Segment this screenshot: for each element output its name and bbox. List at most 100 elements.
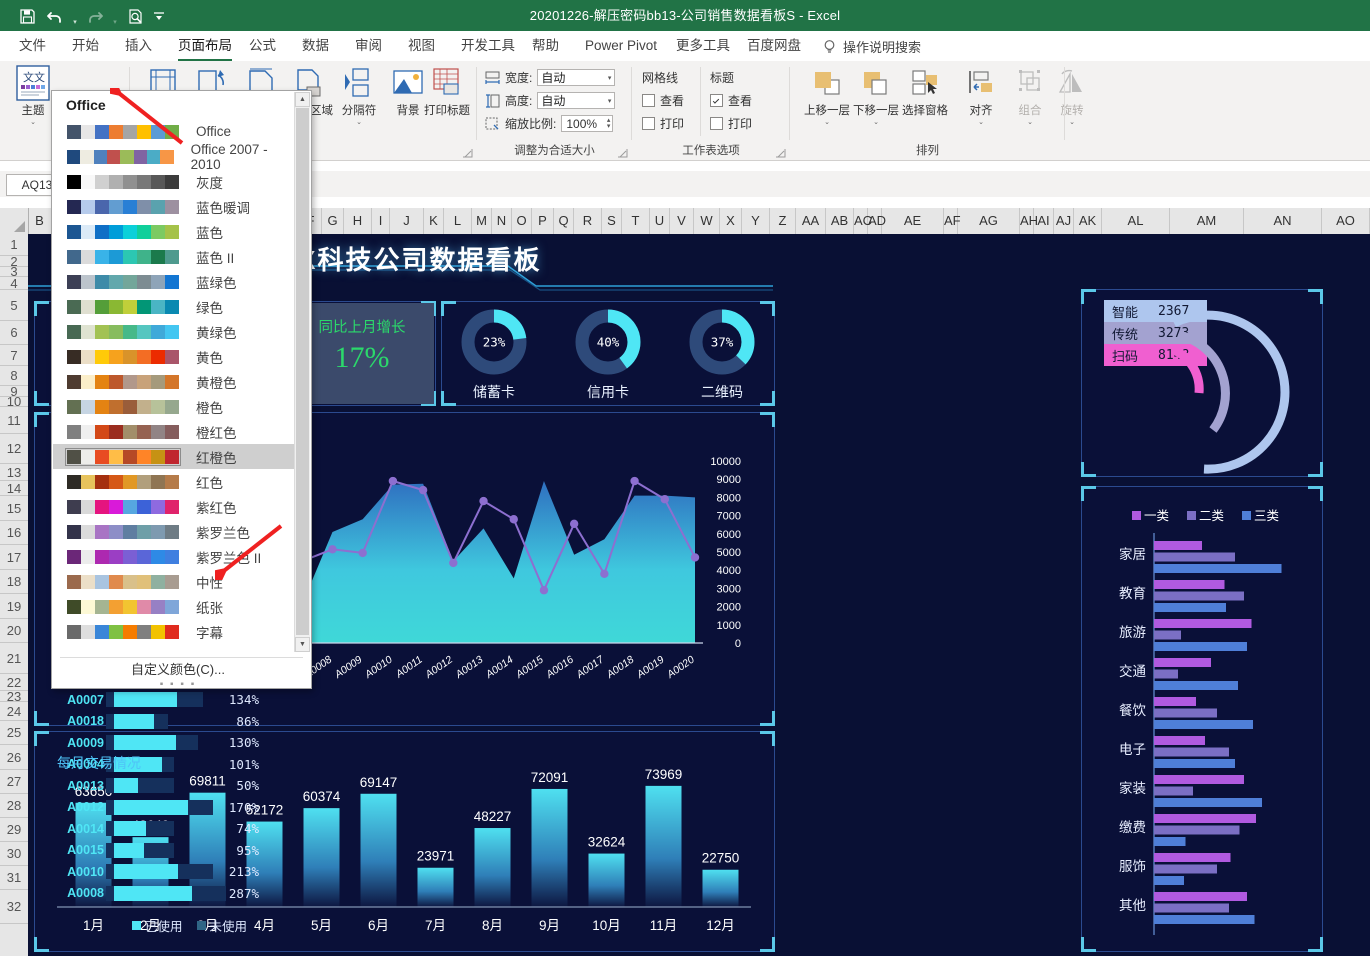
row-header-15[interactable]: 15	[0, 496, 28, 521]
row-header-26[interactable]: 26	[0, 745, 28, 770]
height-combo[interactable]: 自动 ▾	[537, 92, 616, 109]
column-header-AH[interactable]: AH	[1020, 208, 1038, 234]
column-header-AL[interactable]: AL	[1102, 208, 1170, 234]
scroll-up-arrow[interactable]: ▲	[295, 92, 310, 107]
row-header-28[interactable]: 28	[0, 794, 28, 818]
theme-color-item-12[interactable]: 橙红色	[53, 419, 296, 444]
select-all-corner[interactable]	[0, 208, 29, 235]
row-header-27[interactable]: 27	[0, 770, 28, 794]
column-header-AO[interactable]: AO	[1322, 208, 1370, 234]
row-header-7[interactable]: 7	[0, 345, 28, 366]
row-header-6[interactable]: 6	[0, 321, 28, 345]
row-header-5[interactable]: 5	[0, 290, 28, 321]
row-header-19[interactable]: 19	[0, 594, 28, 619]
theme-color-item-4[interactable]: 蓝色	[53, 219, 296, 244]
row-header-24[interactable]: 24	[0, 702, 28, 721]
row-header-16[interactable]: 16	[0, 521, 28, 545]
scale-spinner[interactable]: 100% ▴ ▾	[561, 115, 614, 132]
tab-0[interactable]: 文件	[10, 31, 55, 61]
tab-10[interactable]: Power Pivot	[576, 31, 666, 61]
column-header-H[interactable]: H	[344, 208, 372, 234]
column-header-AA[interactable]: AA	[796, 208, 826, 234]
sheet-options-dialog-launcher[interactable]	[775, 146, 786, 158]
column-header-W[interactable]: W	[694, 208, 720, 234]
theme-color-item-3[interactable]: 蓝色暖调	[53, 194, 296, 219]
gridlines-view-row[interactable]: 查看	[642, 92, 684, 109]
row-header-4[interactable]: 4	[0, 277, 28, 290]
dropdown-grip[interactable]: ▪ ▪ ▪ ▪	[52, 679, 304, 690]
row-header-21[interactable]: 21	[0, 643, 28, 674]
column-header-AD[interactable]: AD	[868, 208, 886, 234]
theme-color-item-13[interactable]: 红橙色	[53, 444, 296, 469]
column-header-L[interactable]: L	[444, 208, 472, 234]
theme-color-item-7[interactable]: 绿色	[53, 294, 296, 319]
theme-color-item-10[interactable]: 黄橙色	[53, 369, 296, 394]
tab-7[interactable]: 视图	[399, 31, 444, 61]
row-header-25[interactable]: 25	[0, 721, 28, 745]
gridlines-print-checkbox[interactable]	[642, 117, 655, 130]
theme-color-item-11[interactable]: 橙色	[53, 394, 296, 419]
headings-print-row[interactable]: 打印	[710, 115, 752, 132]
arrange-selection-pane[interactable]: 选择窗格	[896, 65, 954, 118]
column-header-T[interactable]: T	[622, 208, 650, 234]
headings-view-row[interactable]: 查看	[710, 92, 752, 109]
theme-color-item-2[interactable]: 灰度	[53, 169, 296, 194]
tab-1[interactable]: 开始	[63, 31, 108, 61]
theme-color-item-18[interactable]: 中性	[53, 569, 296, 594]
column-header-N[interactable]: N	[492, 208, 512, 234]
column-header-AC[interactable]: AC	[854, 208, 872, 234]
row-header-13[interactable]: 13	[0, 464, 28, 481]
column-header-AM[interactable]: AM	[1170, 208, 1244, 234]
scale-dialog-launcher[interactable]	[617, 146, 628, 158]
theme-color-item-8[interactable]: 黄绿色	[53, 319, 296, 344]
theme-color-item-0[interactable]: Office	[53, 119, 296, 144]
dropdown-scrollbar[interactable]: ▲ ▼	[294, 92, 310, 652]
row-header-32[interactable]: 32	[0, 890, 28, 924]
tab-6[interactable]: 审阅	[346, 31, 391, 61]
scroll-down-arrow[interactable]: ▼	[295, 637, 310, 652]
theme-color-item-9[interactable]: 黄色	[53, 344, 296, 369]
scroll-thumb[interactable]	[296, 108, 309, 635]
theme-color-item-1[interactable]: Office 2007 - 2010	[53, 142, 296, 172]
theme-color-list[interactable]: Office Office 2007 - 2010 灰度 蓝色暖调 蓝色 蓝色 II 蓝绿色…	[53, 119, 296, 654]
column-header-Q[interactable]: Q	[554, 208, 574, 234]
width-combo[interactable]: 自动 ▾	[537, 69, 616, 86]
spinner-arrows[interactable]: ▴ ▾	[607, 117, 611, 130]
column-header-AG[interactable]: AG	[958, 208, 1020, 234]
theme-color-item-16[interactable]: 紫罗兰色	[53, 519, 296, 544]
theme-color-item-19[interactable]: 纸张	[53, 594, 296, 619]
theme-color-item-17[interactable]: 紫罗兰色 II	[53, 544, 296, 569]
gridlines-view-checkbox[interactable]	[642, 94, 655, 107]
page-setup-dialog-launcher[interactable]	[462, 146, 473, 158]
column-header-AE[interactable]: AE	[882, 208, 944, 234]
row-header-14[interactable]: 14	[0, 481, 28, 496]
row-header-1[interactable]: 1	[0, 234, 28, 256]
headings-view-checkbox[interactable]	[710, 94, 723, 107]
tab-8[interactable]: 开发工具	[452, 31, 524, 61]
column-header-R[interactable]: R	[574, 208, 602, 234]
page-setup-print-titles[interactable]: 打印标题	[419, 65, 475, 118]
row-header-31[interactable]: 31	[0, 866, 28, 890]
column-header-M[interactable]: M	[472, 208, 492, 234]
column-header-AK[interactable]: AK	[1074, 208, 1102, 234]
caret[interactable]: ⌄	[330, 118, 388, 127]
tab-4[interactable]: 公式	[240, 31, 285, 61]
row-header-29[interactable]: 29	[0, 818, 28, 842]
column-header-AJ[interactable]: AJ	[1054, 208, 1074, 234]
caret[interactable]: ⌄	[847, 118, 905, 127]
theme-colors-dropdown[interactable]: Office Office Office 2007 - 2010 灰度 蓝色暖调 蓝色蓝…	[51, 90, 312, 690]
row-header-12[interactable]: 12	[0, 434, 28, 464]
row-header-11[interactable]: 11	[0, 407, 28, 434]
row-header-17[interactable]: 17	[0, 545, 28, 570]
column-header-G[interactable]: G	[322, 208, 344, 234]
row-header-20[interactable]: 20	[0, 619, 28, 643]
column-header-P[interactable]: P	[532, 208, 554, 234]
row-header-23[interactable]: 23	[0, 690, 28, 703]
column-header-AI[interactable]: AI	[1034, 208, 1054, 234]
column-header-B[interactable]: B	[28, 208, 52, 234]
custom-colors-menu-item[interactable]: 自定义颜色(C)...	[52, 659, 304, 681]
row-header-10[interactable]: 10	[0, 395, 28, 408]
column-header-I[interactable]: I	[372, 208, 390, 234]
theme-color-item-14[interactable]: 红色	[53, 469, 296, 494]
column-header-K[interactable]: K	[424, 208, 444, 234]
